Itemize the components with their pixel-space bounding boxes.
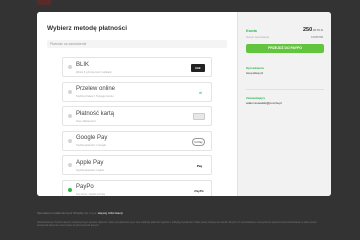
payment-subheading: Płatność za zamówienie [47,40,227,48]
amount-value: 250,00 PLN [302,27,323,33]
method-description: Szybki przelew z Twojego banku [76,95,114,98]
method-paypo[interactable]: PayPo Kup teraz, zapłać później PayPo [62,179,212,196]
method-google-pay[interactable]: Google Pay Szybka płatność z Google G Pa… [62,130,212,151]
payment-card: Wybierz metodę płatności Płatność za zam… [37,12,331,196]
method-name: PayPo [76,184,94,190]
buyer-label: Zamawiający [246,96,266,100]
pay-button[interactable]: PRZEJDŹ DO PAYPO [246,44,324,53]
credit-card-icon [193,113,205,120]
payment-methods-panel: Wybierz metodę płatności Płatność za zam… [37,12,237,196]
radio-icon[interactable] [68,114,72,118]
currency-label: ,00 PLN [312,28,323,32]
method-name: Przelew online [76,86,116,92]
apple-pay-icon: Pay [196,164,203,168]
brand-logo [37,0,51,5]
order-number-value: 10935768 [311,36,323,39]
method-name: Płatność kartą [76,110,115,117]
method-description: Szybka płatność z Google [76,144,106,147]
amount-label: Kwota [246,29,257,33]
blik-logo-icon: blik [191,64,205,72]
method-card[interactable]: Płatność kartą Visa, Mastercard [62,106,212,126]
order-number-label: Numer zamówienia [246,36,270,39]
seller-value: twoj-sklep.pl [246,71,264,75]
bank-transfer-icon: ⇄ [199,90,202,95]
footer-privacy-text: Administratorem Twoich danych osobowych … [37,221,317,228]
radio-icon[interactable] [68,65,72,69]
method-description: Kup teraz, zapłać później [76,193,105,196]
page-title: Wybierz metodę płatności [47,25,128,32]
method-name: Google Pay [76,135,108,141]
radio-icon[interactable] [68,138,72,143]
method-description: Wpisz 6 cyfrowy kod z aplikacji [76,70,112,74]
paypo-logo-icon: PayPo [194,188,204,193]
method-description: Szybka płatność z Apple [76,168,105,172]
divider [246,89,324,90]
payment-method-list: BLIK Wpisz 6 cyfrowy kod z aplikacji bli… [62,57,212,196]
method-blik[interactable]: BLIK Wpisz 6 cyfrowy kod z aplikacji bli… [62,57,212,77]
footer-more-info-link[interactable]: więcej informacji [98,211,123,215]
method-name: Apple Pay [76,159,104,166]
footer-operator-text: Operatorem płatności jest Shopify sp. z … [37,211,97,215]
order-summary-panel: Kwota 250,00 PLN Numer zamówienia 109357… [237,12,331,196]
method-name: BLIK [76,61,90,68]
radio-selected-icon[interactable] [68,187,72,192]
buyer-value: adam.kowalski@poczta.pl [246,101,282,105]
radio-icon[interactable] [68,89,72,94]
seller-label: Sprzedawca [246,66,264,70]
footer-operator-line: Operatorem płatności jest Shopify sp. z … [37,211,123,215]
method-description: Visa, Mastercard [76,119,96,123]
method-apple-pay[interactable]: Apple Pay Szybka płatność z Apple Pay [62,155,212,175]
radio-icon[interactable] [68,163,72,167]
method-online-transfer[interactable]: Przelew online Szybki przelew z Twojego … [62,81,212,102]
google-pay-icon: G Pay [192,137,205,146]
